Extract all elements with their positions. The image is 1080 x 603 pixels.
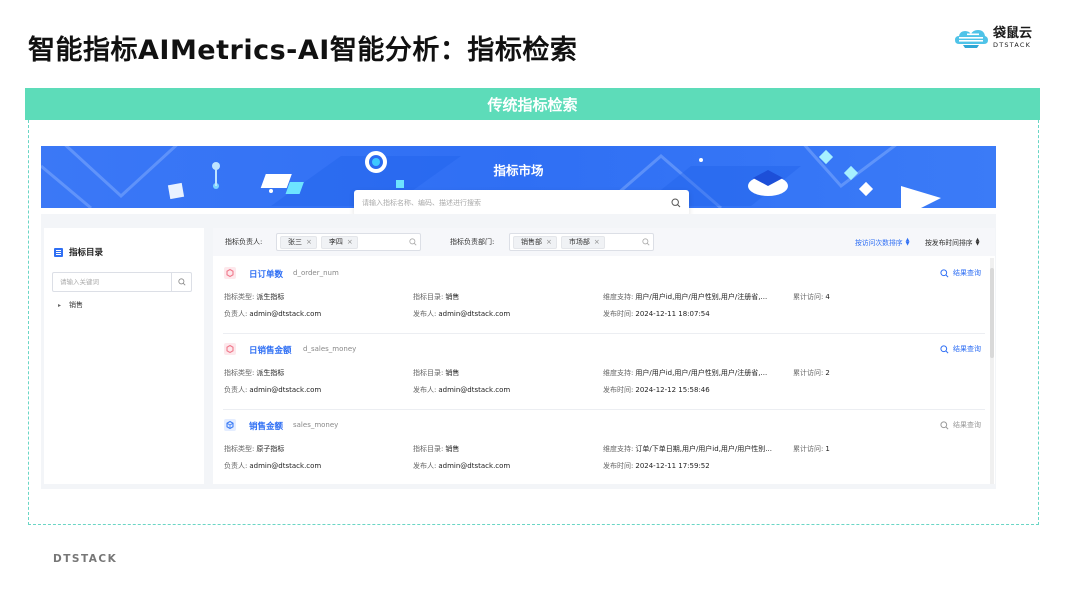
brand-name-cn: 袋鼠云 (992, 26, 1032, 42)
metric-name[interactable]: 日销售金额 (249, 344, 292, 356)
close-icon[interactable]: × (347, 238, 353, 246)
search-icon (642, 238, 650, 246)
metric-type: 指标类型: 派生指标 (224, 369, 285, 377)
metric-publisher: 发布人: admin@dtstack.com (413, 386, 511, 394)
caret-right-icon[interactable]: ▸ (58, 302, 61, 309)
metric-owner: 负责人: admin@dtstack.com (224, 310, 322, 318)
cube-icon (167, 182, 185, 200)
cloud-logo-icon (954, 30, 988, 48)
owner-tag: 张三 × (280, 235, 317, 249)
scrollbar-thumb[interactable] (990, 268, 994, 358)
atomic-metric-icon (224, 419, 236, 431)
metric-dimensions: 维度支持: 用户/用户id,用户/用户性别,用户/注册省,... (603, 369, 768, 377)
metric-visits: 累计访问: 1 (793, 445, 830, 453)
metric-publish-time: 发布时间: 2024-12-12 15:58:46 (603, 386, 710, 394)
close-icon[interactable]: × (306, 238, 312, 246)
sort-by-publish-time-button[interactable]: 按发布时间排序 ▲ ▼ (925, 237, 980, 248)
metric-card[interactable]: 日销售金额 d_sales_money 结果查询 指标类型: 派生指标 指标目录:… (213, 334, 995, 410)
catalog-search[interactable] (52, 272, 192, 292)
metric-search-box[interactable] (354, 190, 689, 216)
metric-catalog: 指标目录: 销售 (413, 445, 460, 453)
catalog-search-input[interactable] (53, 278, 171, 286)
metric-owner: 负责人: admin@dtstack.com (224, 386, 322, 394)
sort-arrows-icon: ▲ ▼ (975, 237, 980, 247)
metric-list-panel: 指标负责人: 张三 × 李四 × 指标负责部门: 销售部 × 市场部 × 按访问次数排 (213, 228, 995, 484)
metric-catalog: 指标目录: 销售 (413, 369, 460, 377)
owner-tag: 李四 × (320, 235, 358, 249)
owner-filter-select[interactable]: 张三 × 李四 × (276, 233, 421, 251)
catalog-search-button[interactable] (171, 273, 191, 291)
section-banner: 传统指标检索 (25, 88, 1040, 120)
metric-dimensions: 维度支持: 订单/下单日期,用户/用户id,用户/用户性别... (603, 445, 772, 453)
metric-search-input[interactable] (362, 199, 671, 207)
metric-code: d_order_num (293, 269, 339, 277)
dept-filter-select[interactable]: 销售部 × 市场部 × (509, 233, 654, 251)
close-icon[interactable]: × (546, 238, 552, 246)
result-query-button[interactable]: 结果查询 (940, 344, 981, 354)
metric-code: d_sales_money (303, 345, 357, 353)
brand-logo: 袋鼠云 DTSTACK (953, 26, 1032, 50)
metric-dimensions: 维度支持: 用户/用户id,用户/用户性别,用户/注册省,... (603, 293, 768, 301)
search-icon (940, 344, 949, 353)
search-icon[interactable] (671, 198, 681, 208)
slide-title: 智能指标AIMetrics-AI智能分析：指标检索 (28, 35, 578, 66)
result-query-button[interactable]: 结果查询 (940, 268, 981, 278)
metric-publisher: 发布人: admin@dtstack.com (413, 462, 511, 470)
metric-visits: 累计访问: 4 (793, 293, 830, 301)
sort-arrows-icon: ▲ ▼ (905, 237, 910, 247)
close-icon[interactable]: × (594, 238, 600, 246)
search-icon (940, 268, 949, 277)
hero-title: 指标市场 (493, 163, 544, 178)
metric-publish-time: 发布时间: 2024-12-11 18:07:54 (603, 310, 710, 318)
metric-publisher: 发布人: admin@dtstack.com (413, 310, 511, 318)
metric-catalog: 指标目录: 销售 (413, 293, 460, 301)
metric-code: sales_money (293, 421, 339, 429)
search-icon (940, 420, 949, 429)
dept-tag: 销售部 × (513, 235, 557, 249)
derived-metric-icon (224, 343, 236, 355)
metric-owner: 负责人: admin@dtstack.com (224, 462, 322, 470)
dept-tag: 市场部 × (560, 235, 605, 249)
dept-filter-label: 指标负责部门: (450, 238, 495, 246)
metric-publish-time: 发布时间: 2024-12-11 17:59:52 (603, 462, 710, 470)
catalog-icon (54, 247, 63, 257)
list-scrollbar[interactable] (990, 258, 994, 484)
filter-bar: 指标负责人: 张三 × 李四 × 指标负责部门: 销售部 × 市场部 × 按访问次数排 (213, 228, 995, 256)
catalog-header: 指标目录 (54, 246, 103, 258)
metric-catalog-sidebar: 指标目录 ▸ 销售 (44, 228, 204, 484)
metric-name[interactable]: 销售金额 (249, 420, 283, 432)
metric-card[interactable]: 日订单数 d_order_num 结果查询 指标类型: 派生指标 指标目录: 销售 … (213, 258, 995, 334)
metric-type: 指标类型: 原子指标 (224, 445, 285, 453)
tree-item-label: 销售 (69, 301, 84, 309)
derived-metric-icon (224, 267, 236, 279)
result-query-button[interactable]: 结果查询 (940, 420, 981, 430)
slide: 智能指标AIMetrics-AI智能分析：指标检索 袋鼠云 DTSTACK 传统… (0, 0, 1080, 603)
catalog-title: 指标目录 (69, 248, 104, 258)
tree-item-sales[interactable]: ▸ 销售 (58, 300, 83, 310)
section-banner-title: 传统指标检索 (487, 95, 578, 114)
sort-by-visits-button[interactable]: 按访问次数排序 ▲ ▼ (855, 237, 910, 248)
metric-card[interactable]: 销售金额 sales_money 结果查询 指标类型: 原子指标 指标目录: 销售 … (213, 410, 995, 486)
search-icon (177, 278, 185, 286)
footer-logo: DTSTACK (53, 553, 118, 565)
brand-name-en: DTSTACK (992, 41, 1032, 50)
owner-filter-label: 指标负责人: (225, 238, 263, 246)
metric-type: 指标类型: 派生指标 (224, 293, 285, 301)
metric-name[interactable]: 日订单数 (249, 268, 283, 280)
metric-visits: 累计访问: 2 (793, 369, 830, 377)
search-icon (409, 238, 417, 246)
